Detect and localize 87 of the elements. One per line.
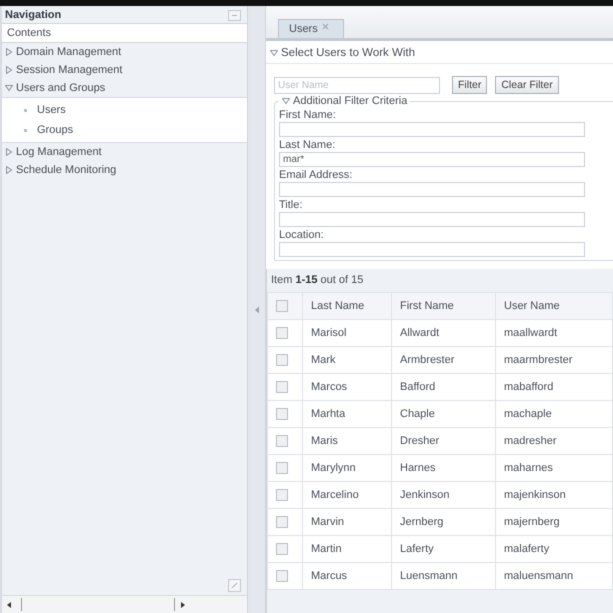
nav-item[interactable]: Groups xyxy=(37,124,74,136)
nav-item[interactable]: Users xyxy=(37,104,66,116)
left-arrow-icon[interactable] xyxy=(5,600,13,608)
nav-item[interactable]: Session Management xyxy=(2,61,247,79)
bullet-icon xyxy=(24,128,27,132)
restore-icon[interactable] xyxy=(228,579,241,592)
table-cell: Marcus xyxy=(302,562,392,590)
table-cell: Marcos xyxy=(302,374,392,400)
checkbox[interactable] xyxy=(276,570,288,582)
expand-triangle-icon[interactable] xyxy=(5,148,13,156)
checkbox[interactable] xyxy=(276,516,288,528)
horizontal-scrollbar[interactable] xyxy=(2,595,247,613)
table-cell: Marvin xyxy=(302,508,392,536)
panel-title: Navigation xyxy=(5,9,62,21)
table-cell: machaple xyxy=(496,400,612,428)
table-cell: Jernberg xyxy=(392,508,496,536)
field-label: Location: xyxy=(279,229,325,241)
collapse-triangle-icon[interactable] xyxy=(282,97,290,105)
column-header[interactable]: User Name xyxy=(496,292,612,320)
checkbox[interactable] xyxy=(276,435,288,447)
search-field[interactable]: User Name xyxy=(274,76,440,94)
item-count: Item 1-15 out of 15 xyxy=(271,274,364,286)
checkbox[interactable] xyxy=(276,408,288,420)
checkbox[interactable] xyxy=(276,462,288,474)
bullet-icon xyxy=(24,108,27,112)
nav-item[interactable]: Users and Groups xyxy=(2,79,247,97)
collapse-triangle-icon[interactable] xyxy=(5,84,13,92)
checkbox[interactable] xyxy=(276,543,288,555)
checkbox[interactable] xyxy=(276,489,288,501)
table-cell: majernberg xyxy=(496,508,612,536)
close-icon[interactable] xyxy=(322,23,329,30)
field-label: Email Address: xyxy=(279,169,354,181)
expand-triangle-icon[interactable] xyxy=(5,166,13,174)
field-label: Title: xyxy=(279,199,304,211)
column-header[interactable]: Last Name xyxy=(302,292,392,320)
table-cell: mabafford xyxy=(496,374,612,400)
nav-item[interactable]: Domain Management xyxy=(2,43,247,61)
table-cell: Armbrester xyxy=(392,346,496,374)
input-field[interactable] xyxy=(279,122,585,137)
table-cell: majenkinson xyxy=(496,482,612,508)
filter-button[interactable]: Clear Filter xyxy=(495,76,559,94)
table-cell: Laferty xyxy=(392,536,496,562)
checkbox[interactable] xyxy=(276,300,288,312)
input-field[interactable] xyxy=(279,242,585,257)
nav-item[interactable]: Schedule Monitoring xyxy=(2,161,247,179)
nav-item[interactable]: Log Management xyxy=(2,143,247,161)
table-cell: madresher xyxy=(496,428,612,454)
field-label: First Name: xyxy=(279,109,337,121)
table-cell: Marhta xyxy=(302,400,392,428)
field-label: Last Name: xyxy=(279,139,336,151)
checkbox[interactable] xyxy=(276,381,288,393)
expand-triangle-icon[interactable] xyxy=(5,48,13,56)
collapse-triangle-icon[interactable] xyxy=(270,49,278,57)
tab[interactable]: Users xyxy=(278,19,344,38)
expand-triangle-icon[interactable] xyxy=(5,66,13,74)
table-cell: Dresher xyxy=(392,428,496,454)
collapse-arrow-icon[interactable] xyxy=(254,306,260,314)
input-field[interactable] xyxy=(279,212,585,227)
column-header[interactable]: First Name xyxy=(392,292,496,320)
input-field[interactable] xyxy=(279,182,585,197)
table-cell: malaferty xyxy=(496,536,612,562)
table-cell: Bafford xyxy=(392,374,496,400)
right-arrow-icon[interactable] xyxy=(179,600,187,608)
table-cell: Chaple xyxy=(392,400,496,428)
table-cell: Harnes xyxy=(392,454,496,482)
group-title[interactable]: Additional Filter Criteria xyxy=(279,95,410,107)
section-header[interactable]: Select Users to Work With xyxy=(266,41,613,64)
table-cell: maluensmann xyxy=(496,562,612,590)
table-cell: Martin xyxy=(302,536,392,562)
table-cell: maarmbrester xyxy=(496,346,612,374)
table-cell: Jenkinson xyxy=(392,482,496,508)
table-cell: Marylynn xyxy=(302,454,392,482)
table-cell: maallwardt xyxy=(496,320,612,346)
checkbox[interactable] xyxy=(276,354,288,366)
table-cell: Luensmann xyxy=(392,562,496,590)
checkbox[interactable] xyxy=(276,327,288,339)
input-field[interactable]: mar* xyxy=(279,152,585,167)
table-cell: Marisol xyxy=(302,320,392,346)
table-cell: Mark xyxy=(302,346,392,374)
table-cell: maharnes xyxy=(496,454,612,482)
scroll-thumb[interactable] xyxy=(21,598,175,611)
table-cell: Allwardt xyxy=(392,320,496,346)
minimize-icon[interactable] xyxy=(228,10,241,20)
table-cell: Marcelino xyxy=(302,482,392,508)
contents-label: Contents xyxy=(2,24,247,43)
filter-button[interactable]: Filter xyxy=(452,76,488,94)
table-cell: Maris xyxy=(302,428,392,454)
